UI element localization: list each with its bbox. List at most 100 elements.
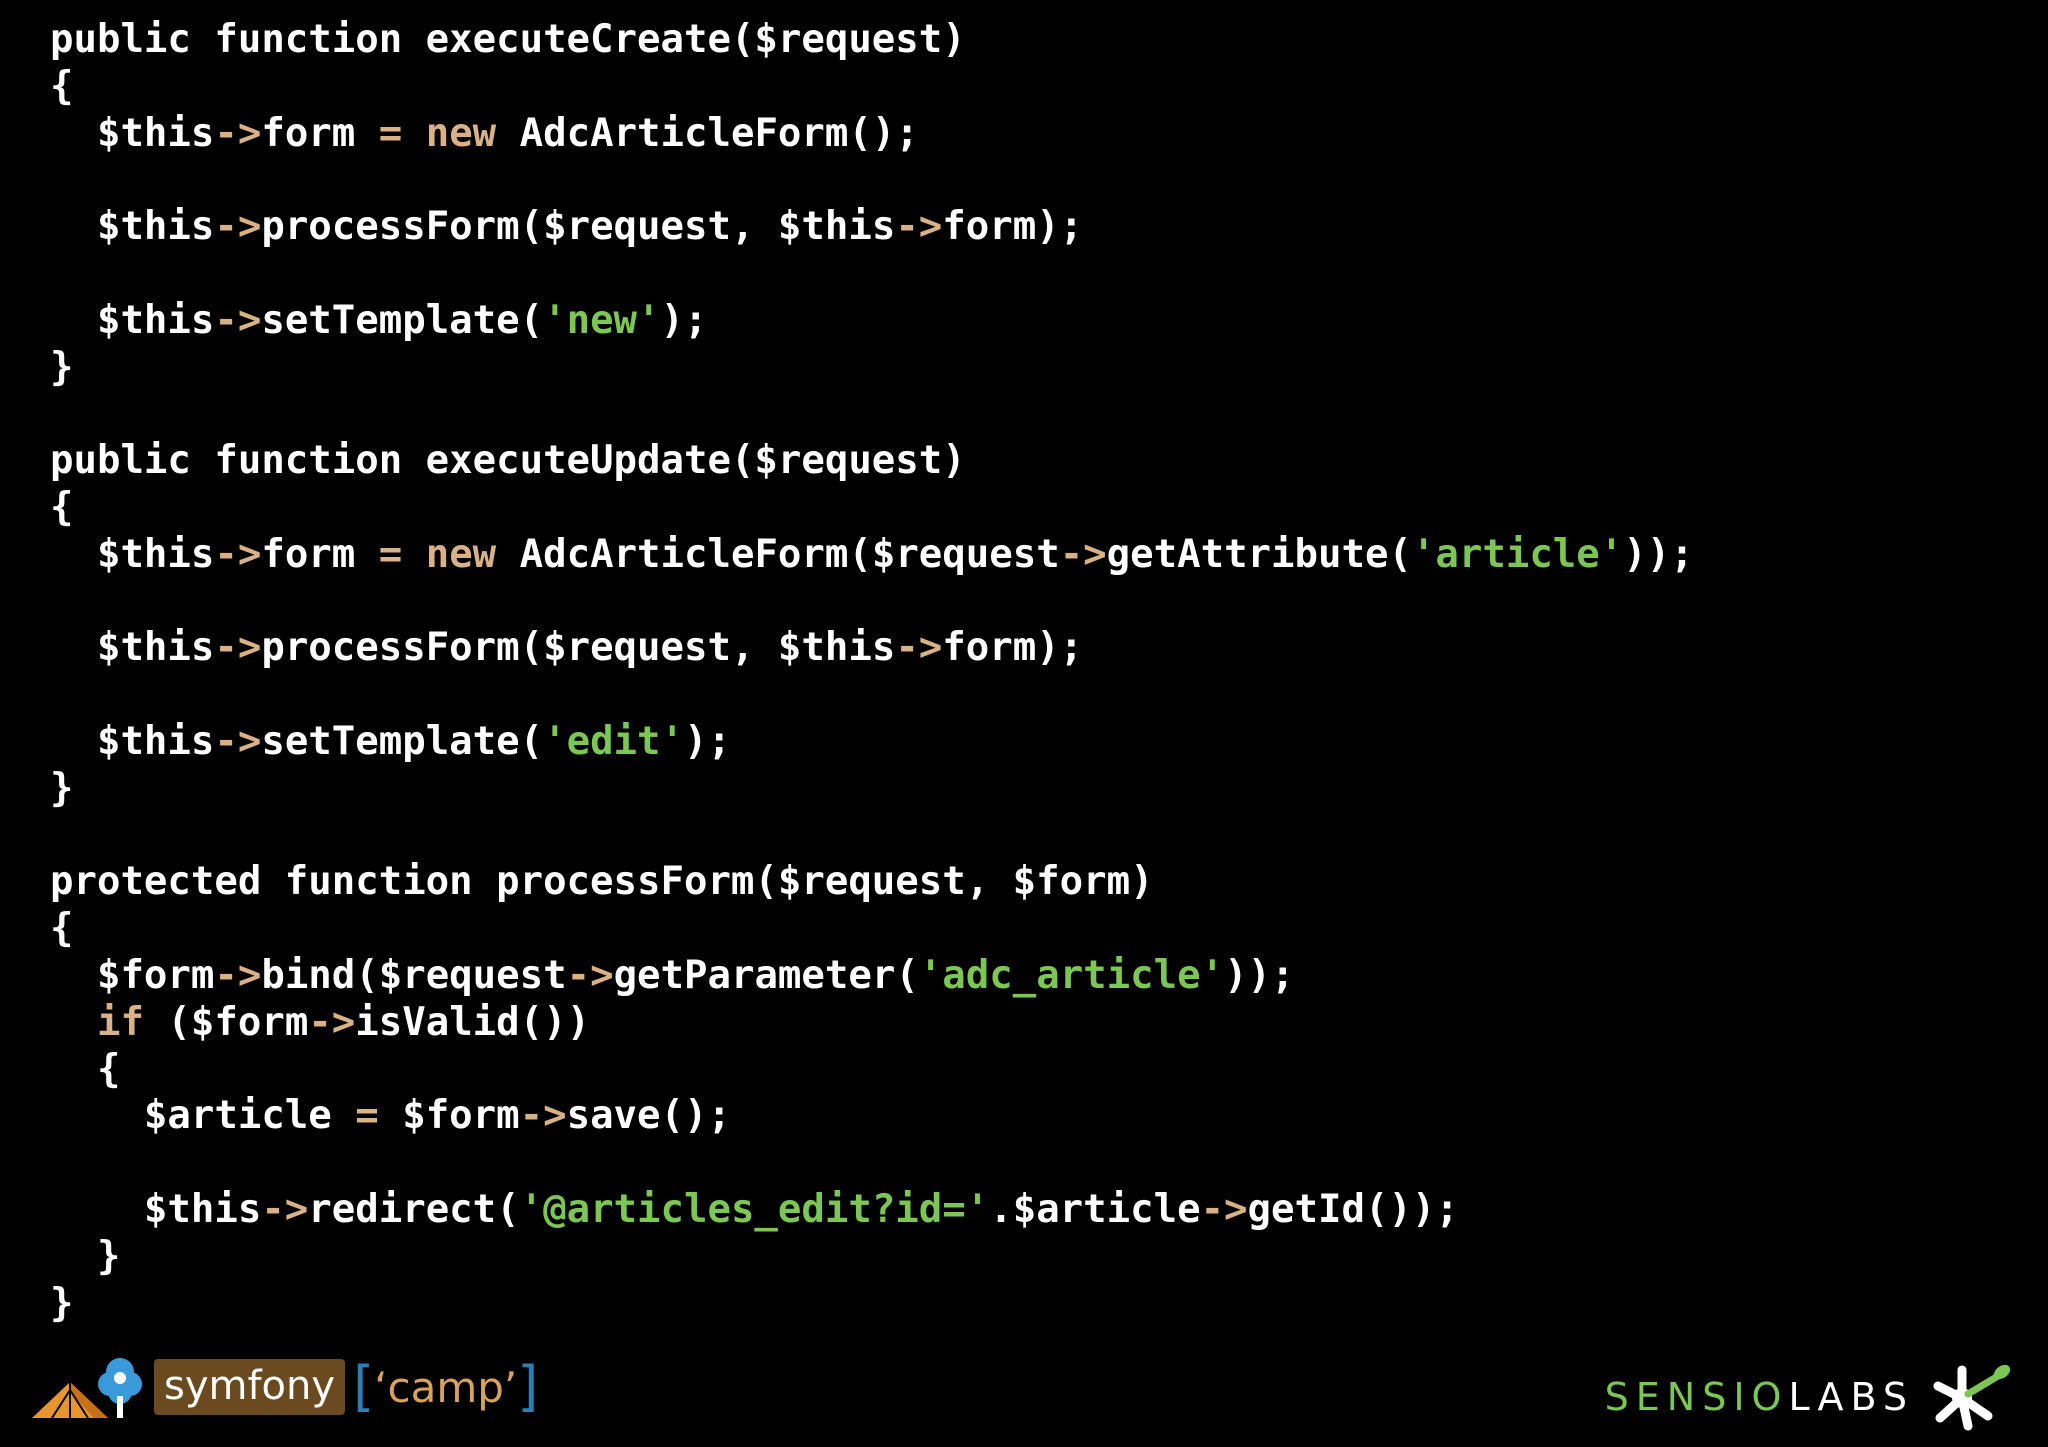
code-token-operator: -> (214, 297, 262, 343)
code-line: $this->form = new AdcArticleForm($reques… (50, 532, 1694, 579)
code-line: $this -> redirect('@articles_edit?id='.$ar… (50, 1187, 1694, 1234)
code-token-operator: -> (214, 718, 262, 764)
code-token-string: 'new' (543, 297, 661, 343)
code-token-plain: form); (942, 625, 1084, 671)
code-line: $form->bind($request->getParameter('adc_… (50, 953, 1694, 1000)
code-line: } (50, 1281, 1694, 1328)
code-token-operator: -> (519, 1093, 567, 1139)
code-line: } (50, 1234, 1694, 1281)
code-token-plain: $form (50, 952, 215, 998)
code-line: $article = $form->save(); (50, 1093, 1694, 1140)
code-token-plain: } (50, 765, 74, 811)
code-token-keyword2: new (425, 531, 497, 577)
code-token-plain: $this (50, 110, 215, 156)
code-line: if ($form->isValid()) (50, 1000, 1694, 1047)
code-token-operator: -> (1200, 1186, 1248, 1232)
code-token-plain: bind($request (261, 952, 567, 998)
code-line: } (50, 345, 1694, 392)
code-line: { (50, 906, 1694, 953)
code-token-plain: $this (50, 625, 215, 671)
code-token-plain: protected function processForm($request,… (50, 859, 1154, 905)
code-line: $this->setTemplate('edit'); (50, 719, 1694, 766)
code-token-plain: )); (1623, 531, 1694, 577)
code-token-operator: -> (214, 952, 262, 998)
code-token-plain: getParameter( (613, 952, 919, 998)
code-token-plain: public function executeCreate($request) (50, 17, 966, 62)
code-token-operator: -> (566, 952, 614, 998)
code-token-string: 'edit' (543, 718, 684, 764)
code-token-plain: { (50, 484, 74, 530)
labs-wordmark: LABS (1788, 1375, 1914, 1419)
code-line: { (50, 485, 1694, 532)
code-token-plain: form); (942, 204, 1084, 250)
code-token-operator: -> (1059, 531, 1107, 577)
code-token-plain: isValid()) (355, 999, 591, 1045)
code-line: protected function processForm($request,… (50, 859, 1694, 906)
code-token-operator: -> (214, 531, 262, 577)
code-line: $this->processForm($request, $this->form… (50, 625, 1694, 672)
code-token-operator: = (378, 531, 403, 577)
code-token-plain: $article (50, 1093, 356, 1139)
code-token-plain: redirect( (308, 1186, 520, 1232)
code-token-operator: -> (308, 999, 356, 1045)
code-token-plain: } (50, 1233, 121, 1279)
code-token-plain: processForm($request, $this (261, 204, 896, 250)
code-token-plain: $this (50, 1186, 262, 1232)
code-line: { (50, 1047, 1694, 1094)
tent-logo-icon (32, 1358, 142, 1419)
code-token-plain: setTemplate( (261, 718, 544, 764)
symfony-wordmark: symfony (154, 1359, 346, 1415)
camp-bracket-close: ] (517, 1355, 539, 1418)
sensiolabs-logo: SENSIO LABS (1605, 1362, 2012, 1432)
code-line: { (50, 64, 1694, 111)
code-token-plain: $this (50, 718, 215, 764)
code-line: $this->processForm($request, $this->form… (50, 204, 1694, 251)
code-block: public function executeCreate($request){… (50, 17, 1694, 1327)
code-token-plain: ($form (143, 999, 309, 1045)
code-token-keyword2: new (425, 110, 497, 156)
code-token-plain: { (50, 906, 74, 952)
sensiolabs-asterisk-icon (1933, 1364, 2011, 1431)
code-token-plain: setTemplate( (261, 297, 544, 343)
code-token-plain: .$article (989, 1186, 1201, 1232)
code-token-operator: = (378, 110, 403, 156)
code-token-plain: AdcArticleForm(); (496, 110, 919, 156)
symfony-camp-logo: symfony [ ‘camp’ ] (30, 1352, 538, 1422)
code-token-plain: ); (660, 297, 708, 343)
code-line: } (50, 766, 1694, 813)
code-token-plain: )); (1224, 952, 1295, 998)
code-token-plain: $this (50, 297, 215, 343)
code-token-operator: -> (214, 204, 262, 250)
code-token-plain: AdcArticleForm($request (496, 531, 1060, 577)
code-token-plain: ); (684, 718, 731, 764)
code-token-plain: { (50, 1046, 121, 1092)
code-token-keyword2: if (96, 999, 144, 1045)
code-token-plain: form (261, 110, 379, 156)
code-token-plain: save(); (566, 1093, 731, 1139)
code-token-string: '@articles_edit?id=' (519, 1186, 990, 1232)
code-token-operator: -> (214, 625, 262, 671)
code-token-plain: form (261, 531, 379, 577)
code-token-plain: } (50, 1280, 74, 1326)
code-token-plain: processForm($request, $this (261, 625, 896, 671)
code-line: public function executeUpdate($request) (50, 438, 1694, 485)
code-token-plain: $form (378, 1093, 520, 1139)
code-line: $this->form = new AdcArticleForm(); (50, 111, 1694, 158)
code-token-plain: } (50, 344, 74, 390)
code-token-operator: -> (895, 625, 943, 671)
code-token-string: 'adc_article' (918, 952, 1225, 998)
code-token-plain: { (50, 63, 74, 109)
code-token-plain: $this (50, 531, 215, 577)
code-token-plain: getAttribute( (1106, 531, 1412, 577)
code-token-plain: public function executeUpdate($request) (50, 438, 966, 484)
code-token-plain: getId()); (1247, 1186, 1459, 1232)
